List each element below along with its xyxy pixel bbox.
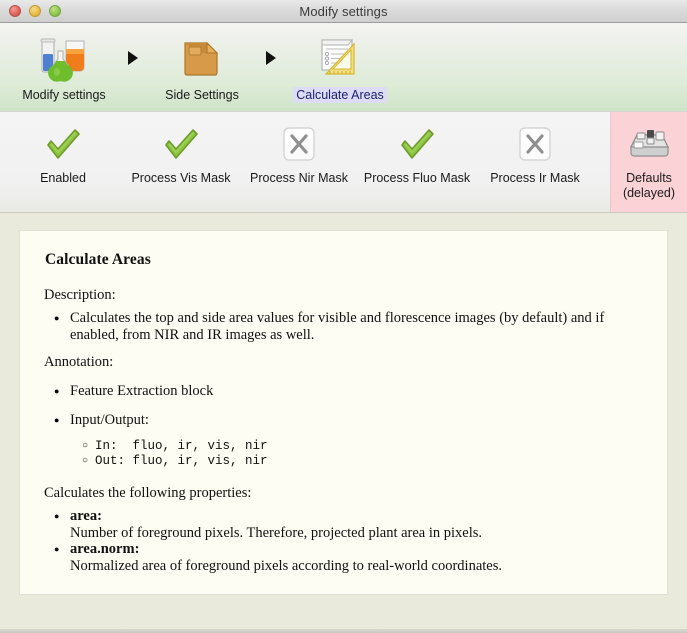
ruler-document-icon bbox=[314, 29, 366, 85]
property-description: Number of foreground pixels. Therefore, … bbox=[70, 524, 483, 541]
list-item: area: Number of foreground pixels. There… bbox=[44, 507, 643, 541]
triangle-right-icon bbox=[128, 51, 138, 65]
defaults-button[interactable]: Defaults (delayed) bbox=[610, 112, 687, 212]
breadcrumb-label: Modify settings bbox=[22, 88, 106, 102]
breadcrumb-separator-1 bbox=[120, 23, 146, 65]
property-name: area.norm: bbox=[70, 541, 140, 557]
window-controls bbox=[9, 5, 61, 17]
close-button[interactable] bbox=[9, 5, 21, 17]
toolbar-item-process-vis-mask[interactable]: Process Vis Mask bbox=[122, 112, 240, 212]
toolbar-item-process-ir-mask[interactable]: Process Ir Mask bbox=[476, 112, 594, 212]
minimize-button[interactable] bbox=[29, 5, 41, 17]
list-item: Feature Extraction block bbox=[44, 382, 643, 401]
toolbar-item-label: Process Fluo Mask bbox=[363, 171, 471, 185]
page-title: Calculate Areas bbox=[45, 251, 151, 268]
settings-toolbar: Enabled Process Vis Mask Process Nir Mas… bbox=[0, 111, 687, 213]
toolbar-item-enabled[interactable]: Enabled bbox=[4, 112, 122, 212]
breadcrumb-item-side-settings[interactable]: Side Settings bbox=[146, 23, 258, 103]
properties-intro: Calculates the following properties: bbox=[44, 485, 252, 501]
annotation-list: Feature Extraction block Input/Output: bbox=[44, 382, 643, 430]
window-footer bbox=[0, 629, 687, 633]
gray-cross-icon bbox=[279, 119, 319, 171]
content-area: Calculate Areas Description: Calculates … bbox=[0, 213, 687, 632]
breadcrumb-item-modify-settings[interactable]: Modify settings bbox=[8, 23, 120, 103]
description-list: Calculates the top and side area values … bbox=[44, 309, 643, 344]
breadcrumb-separator-2 bbox=[258, 23, 284, 65]
window-title: Modify settings bbox=[299, 3, 388, 19]
io-out-line: Out: fluo, ir, vis, nir bbox=[82, 454, 643, 469]
breadcrumb: Modify settings Side Settings Calculate … bbox=[0, 23, 687, 111]
property-description: Normalized area of foreground pixels acc… bbox=[70, 557, 503, 574]
toolbar-item-process-fluo-mask[interactable]: Process Fluo Mask bbox=[358, 112, 476, 212]
triangle-right-icon bbox=[266, 51, 276, 65]
modify-settings-window: Modify settings Modify settings Side Set… bbox=[0, 0, 687, 633]
toolbar-items: Enabled Process Vis Mask Process Nir Mas… bbox=[0, 112, 610, 212]
list-item: Calculates the top and side area values … bbox=[44, 309, 643, 344]
green-check-icon bbox=[42, 119, 84, 171]
green-check-icon bbox=[396, 119, 438, 171]
gray-cross-icon bbox=[515, 119, 555, 171]
list-item: Input/Output: bbox=[44, 411, 643, 430]
defaults-label-line1: Defaults bbox=[626, 171, 672, 185]
toolbar-item-process-nir-mask[interactable]: Process Nir Mask bbox=[240, 112, 358, 212]
lab-glassware-icon bbox=[36, 29, 92, 85]
folder-icon bbox=[177, 29, 227, 85]
defaults-label-line2: (delayed) bbox=[622, 186, 676, 200]
mixer-panel-icon bbox=[625, 119, 673, 171]
toolbar-item-label: Enabled bbox=[40, 171, 86, 185]
defaults-label: Defaults (delayed) bbox=[623, 171, 675, 201]
property-name: area: bbox=[70, 508, 102, 524]
title-bar: Modify settings bbox=[0, 0, 687, 23]
properties-list: area: Number of foreground pixels. There… bbox=[44, 507, 643, 574]
green-check-icon bbox=[160, 119, 202, 171]
breadcrumb-item-calculate-areas[interactable]: Calculate Areas bbox=[284, 23, 396, 103]
breadcrumb-label: Side Settings bbox=[165, 88, 239, 102]
toolbar-item-label: Process Ir Mask bbox=[490, 171, 580, 185]
documentation-panel: Calculate Areas Description: Calculates … bbox=[20, 231, 667, 594]
zoom-button[interactable] bbox=[49, 5, 61, 17]
annotation-label: Annotation: bbox=[44, 354, 114, 370]
input-output-block: In: fluo, ir, vis, nir Out: fluo, ir, vi… bbox=[82, 439, 643, 469]
toolbar-item-label: Process Nir Mask bbox=[250, 171, 348, 185]
description-label: Description: bbox=[44, 287, 116, 303]
list-item: area.norm: Normalized area of foreground… bbox=[44, 540, 643, 574]
breadcrumb-label-selected: Calculate Areas bbox=[293, 87, 387, 103]
toolbar-item-label: Process Vis Mask bbox=[131, 171, 231, 185]
io-in-line: In: fluo, ir, vis, nir bbox=[82, 439, 643, 454]
